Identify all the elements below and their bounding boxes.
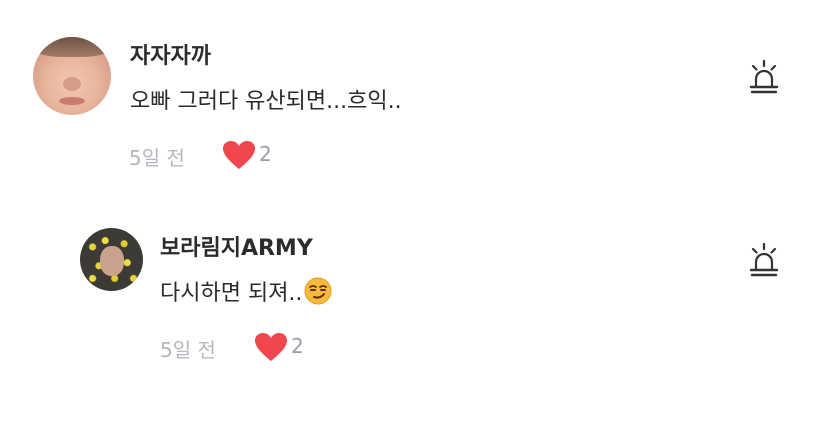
siren-icon[interactable] [749, 60, 779, 94]
comment-username[interactable]: 자자자까 [130, 38, 211, 70]
avatar-hair [33, 37, 111, 57]
heart-icon[interactable] [254, 332, 288, 362]
avatar-nose [63, 77, 81, 91]
like-count: 2 [291, 334, 304, 358]
avatar[interactable] [33, 37, 111, 115]
reply-timestamp: 5일 전 [160, 338, 216, 362]
avatar-face [100, 246, 124, 276]
avatar-mouth [59, 97, 85, 105]
smirking-face-emoji-icon [304, 277, 332, 305]
avatar[interactable] [80, 228, 143, 291]
comment-timestamp: 5일 전 [129, 146, 185, 170]
reply-username[interactable]: 보라림지ARMY [160, 230, 313, 262]
heart-icon[interactable] [222, 140, 256, 170]
reply-text-row: 다시하면 되져.. [160, 275, 332, 307]
comment-text: 오빠 그러다 유산되면...흐익.. [130, 89, 402, 114]
like-count: 2 [259, 142, 272, 166]
siren-icon[interactable] [749, 243, 779, 277]
reply-text: 다시하면 되져.. [160, 281, 303, 306]
